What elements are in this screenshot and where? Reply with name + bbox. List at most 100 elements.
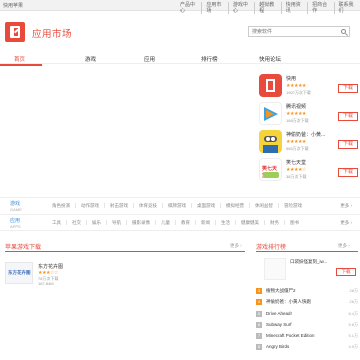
- category-item[interactable]: 射击游戏: [104, 203, 133, 208]
- site-title: 应用市场: [32, 29, 73, 40]
- category-item[interactable]: 儿童: [155, 220, 175, 225]
- star-rating-icon: ★★★★★: [286, 83, 306, 89]
- rank-number: 8: [256, 344, 262, 350]
- nav-active-underline: [0, 64, 42, 66]
- category-item[interactable]: 社交: [66, 220, 86, 225]
- rank-row[interactable]: 4 神偷奶爸：小黄人快跑 26万: [256, 297, 358, 307]
- download-button[interactable]: 下载: [338, 168, 358, 177]
- nav-rankings[interactable]: 排行榜: [201, 55, 218, 63]
- category-item[interactable]: 财务: [264, 220, 284, 225]
- star-rating-icon: ★★★★★: [286, 139, 306, 145]
- category-item[interactable]: 棋牌游戏: [162, 203, 191, 208]
- search-input[interactable]: [249, 27, 335, 36]
- nav-games[interactable]: 游戏: [85, 55, 96, 63]
- site-logo[interactable]: [5, 22, 25, 42]
- app-name: 笑七天堂: [286, 160, 307, 166]
- game-icon: 笑七天堂: [259, 158, 282, 181]
- more-link[interactable]: 更多 ›: [340, 220, 352, 226]
- category-item[interactable]: 娱乐: [86, 220, 106, 225]
- featured-app[interactable]: 笑七天堂 笑七天堂 ★★★★☆ 38万次下载 下载: [258, 158, 358, 186]
- rank-count: 5.8万: [348, 322, 358, 327]
- top-link-contact[interactable]: 联系我们: [333, 2, 360, 14]
- rank-row[interactable]: 6 Subway Surf 5.8万: [256, 320, 358, 330]
- nav-forum[interactable]: 快用论坛: [259, 55, 281, 63]
- more-link[interactable]: 更多 ›: [340, 203, 352, 209]
- section-title-rankings: 游戏排行榜: [256, 245, 287, 251]
- section-divider: [256, 251, 358, 252]
- app-name: 快用: [286, 76, 297, 82]
- search-box: [248, 26, 350, 37]
- category-item[interactable]: 教育: [175, 220, 195, 225]
- game-icon-text: 东方花卉图: [8, 270, 31, 275]
- category-item[interactable]: 体育竞技: [133, 203, 162, 208]
- rank-number: 4: [256, 299, 262, 305]
- featured-app[interactable]: 快用 ★★★★★ 1907万次下载 下载: [258, 74, 358, 102]
- rank-count: 6.4万: [348, 311, 358, 316]
- app-name: 腾讯视频: [286, 104, 307, 110]
- top-home-link[interactable]: 快用苹果: [3, 2, 23, 9]
- top-link-jailbreak[interactable]: 越狱教程: [254, 2, 280, 14]
- rank-row[interactable]: 7 Minecraft Pocket Edition 5.1万: [256, 331, 358, 341]
- main-nav: 首页 游戏 应用 排行榜 快用论坛: [0, 53, 360, 64]
- category-item[interactable]: 休闲益智: [249, 203, 278, 208]
- more-link[interactable]: 更多 ›: [338, 243, 350, 249]
- download-button[interactable]: 下载: [338, 84, 358, 93]
- download-button[interactable]: 下载: [338, 140, 358, 149]
- more-link[interactable]: 更多 ›: [230, 243, 242, 249]
- category-item[interactable]: 桌面游戏: [191, 203, 220, 208]
- app-name: 神偷奶爸：小黄...: [286, 132, 326, 138]
- section-divider: [5, 251, 245, 252]
- rank-count: 5.1万: [348, 333, 358, 338]
- category-item[interactable]: 健康健美: [235, 220, 264, 225]
- category-item[interactable]: 新闻: [195, 220, 215, 225]
- rank-number: 5: [256, 311, 262, 317]
- download-button[interactable]: 下载: [336, 268, 356, 276]
- top-link-app-market[interactable]: 应用市场: [201, 2, 227, 14]
- game-name: 口袋妖怪复刻_iw...: [290, 259, 328, 264]
- star-rating-icon: ★★★★★: [286, 111, 306, 117]
- download-count: 1907万次下载: [286, 90, 311, 95]
- search-icon[interactable]: [341, 29, 346, 34]
- rank-row[interactable]: 5 Drive Ahead! 6.4万: [256, 309, 358, 319]
- category-item[interactable]: 工具: [50, 220, 66, 225]
- category-item[interactable]: 导航: [106, 220, 126, 225]
- nav-home[interactable]: 首页: [14, 55, 25, 63]
- category-item[interactable]: 动作游戏: [75, 203, 104, 208]
- section-title-apple-games: 苹果游戏下载: [5, 245, 42, 251]
- category-item[interactable]: 角色扮演: [50, 203, 75, 208]
- category-item[interactable]: 生活: [215, 220, 235, 225]
- game-icon: [264, 258, 286, 280]
- rank-number: 3: [256, 288, 262, 294]
- category-item[interactable]: 模拟经营: [220, 203, 249, 208]
- download-button[interactable]: 下载: [338, 112, 358, 121]
- top-link-products[interactable]: 产品中心: [176, 2, 201, 14]
- rank-number: 7: [256, 333, 262, 339]
- minion-game-icon: [259, 130, 282, 153]
- category-item[interactable]: 冒险游戏: [278, 203, 307, 208]
- rank-name: 神偷奶爸：小黄人快跑: [266, 299, 311, 304]
- download-count: 565万次下载: [286, 146, 309, 151]
- top-link-game-center[interactable]: 游戏中心: [227, 2, 254, 14]
- rank-row[interactable]: 8 Angry Birds 4.9万: [256, 342, 358, 352]
- download-count: 38万次下载: [286, 174, 307, 179]
- rank-name: Angry Birds: [266, 344, 290, 349]
- featured-app[interactable]: 神偷奶爸：小黄... ★★★★★ 565万次下载 下载: [258, 130, 358, 158]
- rank-row[interactable]: 3 植物大战僵尸2 28万: [256, 286, 358, 296]
- rank-number: 6: [256, 322, 262, 328]
- category-item[interactable]: 摄影录像: [126, 220, 155, 225]
- rank-top-item[interactable]: 口袋妖怪复刻_iw... 下载: [264, 256, 356, 282]
- rank-name: Drive Ahead!: [266, 311, 292, 316]
- featured-app[interactable]: 腾讯视频 ★★★★★ 168万次下载 下载: [258, 102, 358, 130]
- category-label[interactable]: 应用: [10, 217, 40, 224]
- rank-name: 植物大战僵尸2: [266, 288, 296, 293]
- top-link-business[interactable]: 招商合作: [307, 2, 333, 14]
- top-bar: 快用苹果 产品中心 应用市场 游戏中心 越狱教程 快用资讯 招商合作 联系我们: [0, 0, 360, 14]
- rank-count: 26万: [349, 299, 358, 304]
- category-label[interactable]: 游戏: [10, 200, 40, 207]
- category-row-games: 游戏 GAME 角色扮演 动作游戏 射击游戏 体育竞技 棋牌游戏 桌面游戏 模拟…: [0, 197, 360, 214]
- nav-apps[interactable]: 应用: [144, 55, 155, 63]
- top-link-news[interactable]: 快用资讯: [280, 2, 307, 14]
- category-item[interactable]: 图书: [284, 220, 304, 225]
- category-items: 工具 社交 娱乐 导航 摄影录像 儿童 教育 新闻 生活 健康健美 财务 图书: [50, 220, 304, 225]
- file-size: 167.84M: [38, 281, 54, 286]
